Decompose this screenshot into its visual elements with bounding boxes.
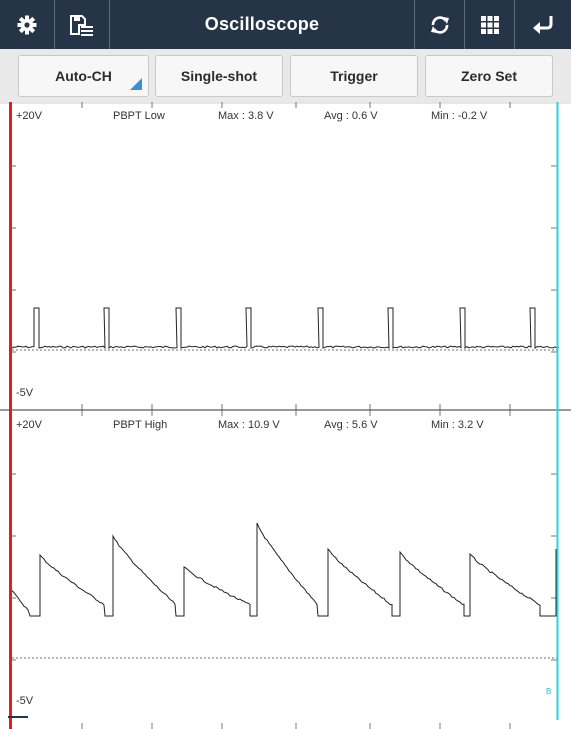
back-button[interactable] [515, 0, 571, 49]
refresh-button[interactable] [415, 0, 465, 49]
settings-button[interactable] [0, 0, 55, 49]
save-list-icon [70, 14, 93, 36]
single-shot-button[interactable]: Single-shot [155, 55, 283, 97]
ch1-bottom-label: -5V [16, 387, 34, 399]
grid-button[interactable] [465, 0, 515, 49]
zero-set-button[interactable]: Zero Set [425, 55, 553, 97]
back-icon [533, 15, 553, 34]
scope-display[interactable]: +20V PBPT Low Max : 3.8 V Avg : 0.6 V Mi… [0, 102, 571, 729]
ch1-max-label: Max : 3.8 V [218, 110, 274, 122]
ch1-top-label: +20V [16, 110, 43, 122]
trigger-button[interactable]: Trigger [290, 55, 418, 97]
ch2-bottom-label: -5V [16, 695, 34, 707]
ch1-avg-label: Avg : 0.6 V [324, 110, 378, 122]
ch1-waveform [11, 307, 560, 350]
scope-grid [0, 102, 571, 729]
refresh-icon [430, 15, 449, 34]
control-button-row: Auto-CH Single-shot Trigger Zero Set [0, 49, 571, 102]
ch2-top-label: +20V [16, 419, 43, 431]
grid-icon [480, 15, 499, 34]
save-list-button[interactable] [55, 0, 110, 49]
dropdown-corner-icon [130, 78, 142, 90]
gear-icon [17, 15, 37, 34]
auto-ch-label: Auto-CH [55, 68, 112, 84]
ch1-name-label: PBPT Low [113, 110, 165, 122]
ch2-avg-label: Avg : 5.6 V [324, 419, 378, 431]
ch2-waveform [11, 522, 559, 617]
ch1-min-label: Min : -0.2 V [431, 110, 488, 122]
ch2-min-label: Min : 3.2 V [431, 419, 484, 431]
ch2-max-label: Max : 10.9 V [218, 419, 280, 431]
ch2-name-label: PBPT High [113, 419, 167, 431]
page-title: Oscilloscope [110, 0, 415, 49]
auto-ch-button[interactable]: Auto-CH [18, 55, 149, 97]
top-bar: Oscilloscope [0, 0, 571, 49]
right-cursor-marker: B [546, 687, 551, 696]
